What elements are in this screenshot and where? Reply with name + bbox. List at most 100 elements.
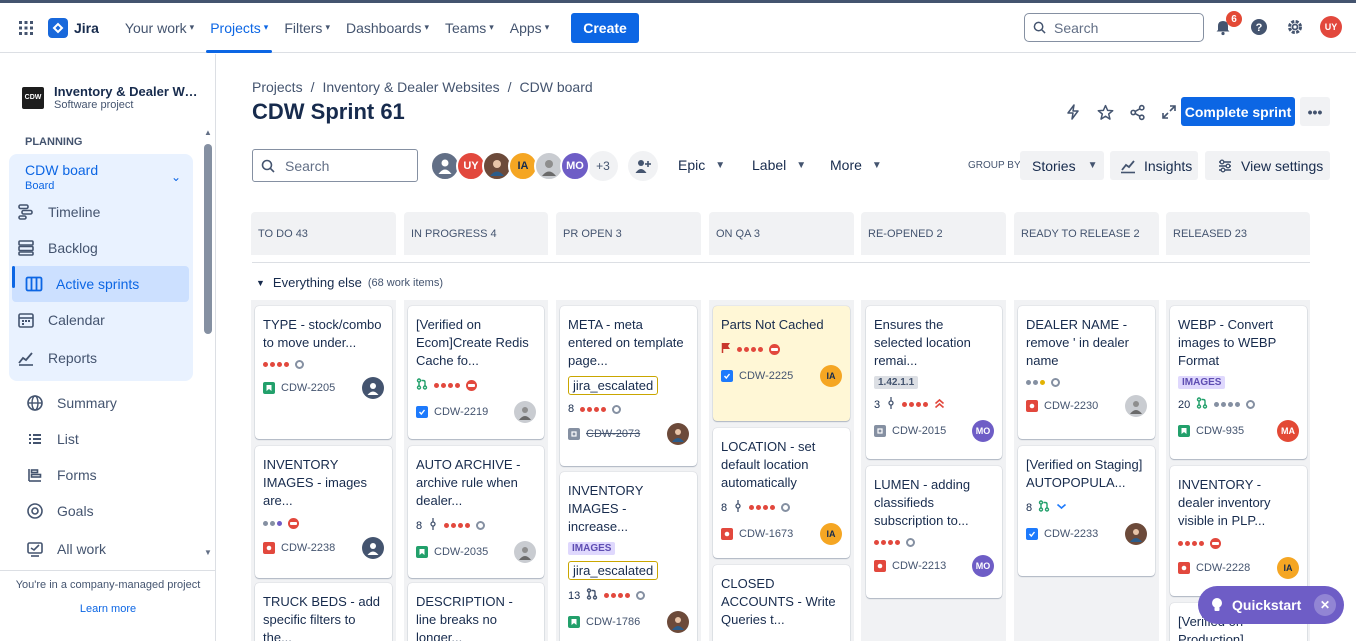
issue-card[interactable]: DEALER NAME - remove ' in dealer name CD…: [1018, 306, 1155, 439]
more-actions-button[interactable]: •••: [1300, 97, 1330, 126]
close-icon[interactable]: ✕: [1314, 594, 1336, 616]
issue-key[interactable]: CDW-2238: [281, 542, 335, 554]
column-header-released[interactable]: RELEASED 23: [1166, 212, 1310, 255]
issue-card[interactable]: INVENTORY IMAGES - increase... IMAGES ji…: [560, 472, 697, 641]
issue-key[interactable]: CDW-2225: [739, 370, 793, 382]
assignee-avatar[interactable]: [514, 541, 536, 563]
complete-sprint-button[interactable]: Complete sprint: [1181, 97, 1295, 126]
nav-apps[interactable]: Apps ▾: [502, 3, 557, 53]
issue-card[interactable]: [Verified on Ecom]Create Redis Cache fo.…: [408, 306, 544, 439]
sidebar-item-active-sprints[interactable]: Active sprints: [12, 266, 189, 302]
sidebar-item-goals[interactable]: Goals: [25, 493, 94, 529]
assignee-avatar[interactable]: [667, 611, 689, 633]
assignee-avatar[interactable]: [1125, 523, 1147, 545]
issue-card[interactable]: LOCATION - set default location automati…: [713, 428, 850, 558]
issue-key[interactable]: CDW-2205: [281, 382, 335, 394]
avatar-mo[interactable]: MO: [560, 151, 590, 181]
breadcrumb-project[interactable]: Inventory & Dealer Websites: [322, 79, 499, 95]
issue-card[interactable]: CLOSED ACCOUNTS - Write Queries t...: [713, 565, 850, 641]
add-people-icon[interactable]: [628, 151, 658, 181]
user-avatar[interactable]: UY: [1320, 16, 1342, 38]
scroll-up-icon[interactable]: ▲: [204, 128, 212, 137]
issue-card[interactable]: TYPE - stock/combo to move under... CDW-…: [255, 306, 392, 439]
column-header-on-qa[interactable]: ON QA 3: [709, 212, 854, 255]
assignee-avatar[interactable]: [514, 401, 536, 423]
help-icon[interactable]: ?: [1248, 16, 1270, 38]
assignee-unassigned-avatar[interactable]: [362, 537, 384, 559]
nav-dashboards[interactable]: Dashboards ▾: [338, 3, 437, 53]
global-search-input[interactable]: Search: [1024, 13, 1204, 42]
nav-your-work[interactable]: Your work ▾: [117, 3, 202, 53]
issue-card[interactable]: AUTO ARCHIVE - archive rule when dealer.…: [408, 446, 544, 578]
sidebar-item-timeline[interactable]: Timeline: [16, 194, 100, 230]
chevron-down-icon[interactable]: ⌄: [171, 170, 181, 184]
issue-key[interactable]: CDW-1673: [739, 528, 793, 540]
swimlane-header[interactable]: ▼ Everything else (68 work items): [256, 275, 443, 290]
create-button[interactable]: Create: [571, 12, 639, 43]
more-avatars-count[interactable]: +3: [588, 151, 618, 181]
epic-filter[interactable]: Epic ▼: [670, 150, 733, 180]
issue-key[interactable]: CDW-2073: [586, 428, 640, 440]
quickstart-button[interactable]: Quickstart ✕: [1198, 586, 1344, 624]
issue-card[interactable]: [Verified on Staging] AUTOPOPULA... 8 CD…: [1018, 446, 1155, 576]
column-header-todo[interactable]: TO DO 43: [251, 212, 396, 255]
issue-card[interactable]: INVENTORY - dealer inventory visible in …: [1170, 466, 1307, 596]
sidebar-item-summary[interactable]: Summary: [25, 385, 117, 421]
sidebar-item-all-work[interactable]: All work: [25, 531, 106, 567]
issue-key[interactable]: CDW-2035: [434, 546, 488, 558]
issue-card[interactable]: DESCRIPTION - line breaks no longer...: [408, 583, 544, 641]
board-search-input[interactable]: Search: [252, 149, 418, 182]
issue-card[interactable]: META - meta entered on template page... …: [560, 306, 697, 466]
project-header[interactable]: CDW Inventory & Dealer Websites Software…: [22, 84, 199, 111]
more-filter[interactable]: More ▼: [822, 150, 890, 180]
issue-card[interactable]: WEBP - Convert images to WEBP Format IMA…: [1170, 306, 1307, 459]
nav-teams[interactable]: Teams ▾: [437, 3, 502, 53]
sidebar-scrollbar[interactable]: ▲ ▼: [203, 128, 212, 558]
column-header-pr-open[interactable]: PR OPEN 3: [556, 212, 701, 255]
lightning-automation-icon[interactable]: [1062, 101, 1084, 123]
issue-key[interactable]: CDW-2230: [1044, 400, 1098, 412]
assignee-avatar[interactable]: IA: [1277, 557, 1299, 579]
assignee-avatar[interactable]: IA: [820, 523, 842, 545]
nav-projects[interactable]: Projects ▾: [202, 3, 276, 53]
star-icon[interactable]: [1094, 101, 1116, 123]
sidebar-item-calendar[interactable]: Calendar: [16, 302, 105, 338]
assignee-avatar[interactable]: MO: [972, 555, 994, 577]
app-switcher-icon[interactable]: [10, 12, 42, 44]
breadcrumb-projects[interactable]: Projects: [252, 79, 303, 95]
group-by-select[interactable]: Stories ▼: [1020, 151, 1104, 180]
assignee-unassigned-avatar[interactable]: [362, 377, 384, 399]
sidebar-item-forms[interactable]: Forms: [25, 457, 97, 493]
board-selector[interactable]: CDW board Board: [25, 162, 98, 192]
nav-filters[interactable]: Filters ▾: [276, 3, 338, 53]
issue-card[interactable]: Parts Not Cached CDW-2225 IA: [713, 306, 850, 421]
label-filter[interactable]: Label ▼: [744, 150, 814, 180]
issue-key[interactable]: CDW-2213: [892, 560, 946, 572]
assignee-avatar[interactable]: IA: [820, 365, 842, 387]
sidebar-item-reports[interactable]: Reports: [16, 340, 97, 376]
issue-key[interactable]: CDW-2228: [1196, 562, 1250, 574]
issue-card[interactable]: INVENTORY IMAGES - images are... CDW-223…: [255, 446, 392, 578]
assignee-avatar[interactable]: [1125, 395, 1147, 417]
jira-logo[interactable]: Jira: [48, 17, 99, 38]
share-icon[interactable]: [1126, 101, 1148, 123]
learn-more-link[interactable]: Learn more: [0, 603, 216, 615]
issue-key[interactable]: CDW-2015: [892, 425, 946, 437]
column-header-ready-to-release[interactable]: READY TO RELEASE 2: [1014, 212, 1159, 255]
issue-card[interactable]: LUMEN - adding classifieds subscription …: [866, 466, 1002, 598]
sidebar-item-backlog[interactable]: Backlog: [16, 230, 98, 266]
fullscreen-expand-icon[interactable]: [1158, 101, 1180, 123]
issue-key[interactable]: CDW-2233: [1044, 528, 1098, 540]
view-settings-button[interactable]: View settings: [1205, 151, 1330, 180]
assignee-avatar[interactable]: MO: [972, 420, 994, 442]
scroll-down-icon[interactable]: ▼: [204, 548, 212, 557]
column-header-in-progress[interactable]: IN PROGRESS 4: [404, 212, 548, 255]
settings-gear-icon[interactable]: [1284, 16, 1306, 38]
scrollbar-thumb[interactable]: [204, 144, 212, 334]
sidebar-item-list[interactable]: List: [25, 421, 79, 457]
issue-card[interactable]: Ensures the selected location remai... 1…: [866, 306, 1002, 459]
breadcrumb-board[interactable]: CDW board: [520, 79, 593, 95]
issue-card[interactable]: TRUCK BEDS - add specific filters to the…: [255, 583, 392, 641]
assignee-avatar[interactable]: [667, 423, 689, 445]
column-header-re-opened[interactable]: RE-OPENED 2: [861, 212, 1006, 255]
